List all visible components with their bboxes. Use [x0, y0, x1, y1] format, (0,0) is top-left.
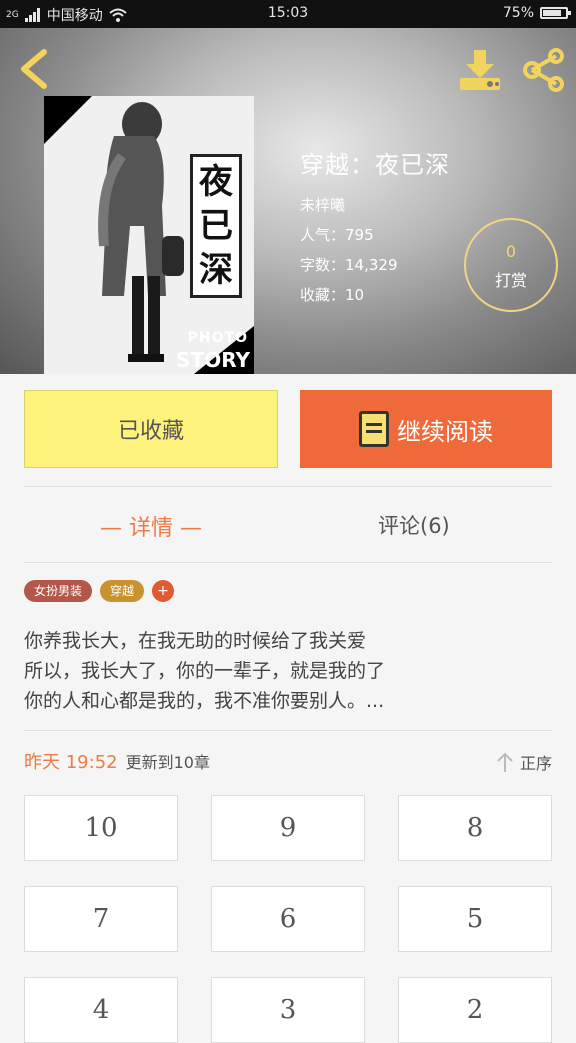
- battery-icon: [540, 7, 571, 19]
- update-time: 昨天 19:52: [24, 752, 118, 773]
- chapter-button[interactable]: 7: [24, 886, 178, 952]
- cover-title-char: 已: [199, 206, 233, 246]
- chapter-button[interactable]: 6: [211, 886, 365, 952]
- favorited-label: 已收藏: [117, 419, 184, 444]
- status-right: 75%: [502, 5, 571, 21]
- book-description[interactable]: 你养我长大，在我无助的时候给了我关爱 所以，我长大了，你的一辈子，就是我的了 你…: [24, 626, 544, 716]
- update-info: 昨天 19:52 更新到10章: [24, 748, 210, 774]
- description-line: 你的人和心都是我的，我不准你要别人。...: [24, 690, 385, 712]
- tag[interactable]: 女扮男装: [24, 580, 93, 602]
- cover-title: 夜 已 深: [190, 154, 242, 298]
- tab-detail[interactable]: — 详情 —: [100, 510, 240, 542]
- update-text: 更新到10章: [125, 753, 210, 772]
- book-info: 穿越：夜已深 未梓曦 人气：795 字数：14,329 收藏：10: [300, 145, 450, 314]
- chapter-button[interactable]: 5: [398, 886, 552, 952]
- chapter-button[interactable]: 8: [398, 795, 552, 861]
- tag[interactable]: 穿越: [100, 580, 145, 602]
- book-cover: 夜 已 深 PHOTO STORY: [44, 96, 254, 374]
- book-author[interactable]: 未梓曦: [300, 194, 450, 215]
- favorited-button[interactable]: 已收藏: [24, 390, 278, 468]
- book-icon: [359, 411, 389, 447]
- book-title: 穿越：夜已深: [300, 151, 450, 179]
- tab-comments[interactable]: 评论(6): [378, 510, 450, 540]
- reward-label: 打赏: [494, 271, 527, 290]
- chapter-button[interactable]: 2: [398, 977, 552, 1043]
- status-time: 15:03: [267, 5, 309, 21]
- reward-count: 0: [505, 242, 517, 261]
- sort-order-button[interactable]: 正序: [496, 750, 552, 774]
- book-favorites: 收藏：10: [300, 286, 365, 304]
- arrow-up-icon: [497, 752, 513, 772]
- tag-list: 女扮男装 穿越 +: [24, 580, 175, 602]
- chevron-left-icon[interactable]: [16, 46, 56, 92]
- chapter-button[interactable]: 10: [24, 795, 178, 861]
- add-tag-button[interactable]: +: [152, 580, 175, 602]
- cover-story-text: STORY: [176, 348, 250, 372]
- description-line: 你养我长大，在我无助的时候给了我关爱: [24, 630, 367, 652]
- status-bar: 2G 中国移动 15:03 75%: [0, 0, 576, 28]
- divider: [24, 730, 552, 731]
- sort-order-label: 正序: [519, 754, 552, 773]
- chapter-button[interactable]: 3: [211, 977, 365, 1043]
- description-line: 所以，我长大了，你的一辈子，就是我的了: [24, 660, 386, 682]
- battery-percent: 75%: [502, 5, 534, 21]
- chapter-button[interactable]: 9: [211, 795, 365, 861]
- divider: [24, 486, 552, 487]
- cover-title-char: 夜: [199, 162, 233, 202]
- book-word-count: 字数：14,329: [300, 256, 398, 274]
- chapter-button[interactable]: 4: [24, 977, 178, 1043]
- download-icon[interactable]: [456, 48, 504, 92]
- chapter-grid: 10 9 8 7 6 5 4 3 2: [24, 795, 552, 1043]
- divider: [24, 562, 552, 563]
- continue-reading-label: 继续阅读: [397, 417, 493, 446]
- cover-photo-text: PHOTO: [187, 330, 248, 346]
- book-popularity: 人气：795: [300, 226, 374, 244]
- reward-button[interactable]: 0 打赏: [464, 218, 558, 312]
- cover-title-char: 深: [199, 250, 233, 290]
- share-icon[interactable]: [520, 48, 568, 92]
- continue-reading-button[interactable]: 继续阅读: [300, 390, 552, 468]
